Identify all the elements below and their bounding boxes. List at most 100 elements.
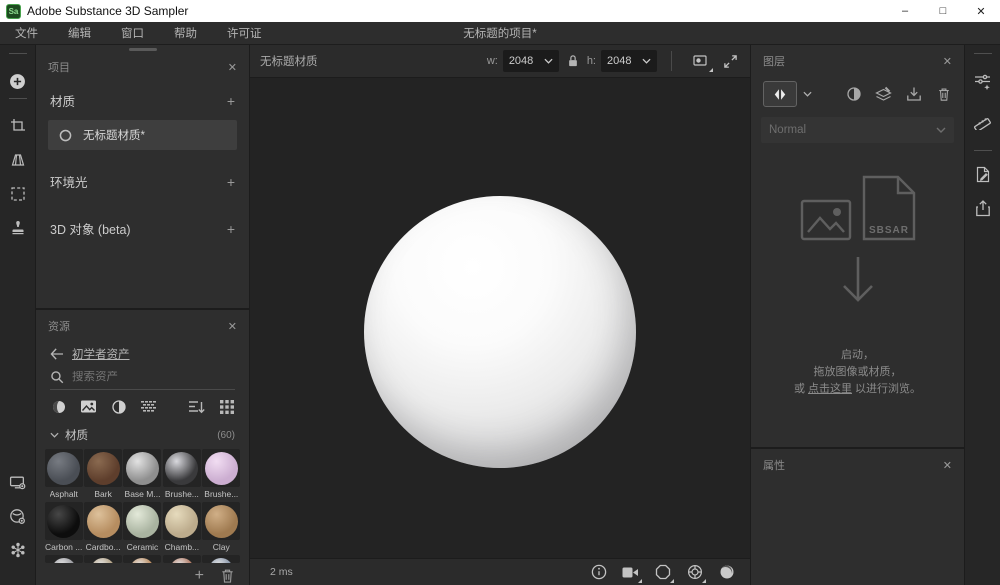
minimize-button[interactable]: –: [886, 0, 924, 22]
fullscreen-icon[interactable]: [721, 52, 740, 71]
sort-icon[interactable]: [188, 398, 205, 415]
properties-panel-close-icon[interactable]: ✕: [943, 459, 952, 472]
material-thumbnail[interactable]: Brushe...: [162, 449, 201, 499]
grid-view-icon[interactable]: [218, 398, 235, 415]
search-box[interactable]: [50, 370, 235, 390]
material-thumbnail[interactable]: Base M...: [123, 449, 162, 499]
close-button[interactable]: ✕: [962, 0, 1000, 22]
material-thumbnail-partial[interactable]: [202, 555, 240, 563]
menu-file[interactable]: 文件: [0, 25, 53, 41]
materials-section-label: 材质: [50, 91, 75, 110]
hint-line-3: 或 点击这里 以进行浏览。: [794, 381, 921, 398]
lock-ratio-icon[interactable]: [567, 54, 579, 68]
search-icon: [50, 370, 64, 384]
add-material-button[interactable]: +: [227, 95, 235, 107]
search-input[interactable]: [72, 371, 222, 383]
material-thumbnail[interactable]: Cardbo...: [83, 502, 122, 552]
sbsar-file-icon: SBSAR: [862, 175, 916, 241]
material-thumbnail-label: Chamb...: [165, 542, 200, 552]
material-thumbnail[interactable]: Carbon ...: [44, 502, 83, 552]
environment-settings-icon[interactable]: [9, 507, 27, 525]
category-label: 材质: [65, 427, 88, 443]
material-thumbnail-label: Base M...: [125, 489, 161, 499]
maximize-button[interactable]: □: [924, 0, 962, 22]
camera-icon[interactable]: [621, 563, 640, 582]
material-thumbnail-label: Cardbo...: [86, 542, 121, 552]
section-materials: 材质 +: [36, 81, 249, 118]
layers-panel-close-icon[interactable]: ✕: [943, 55, 952, 68]
export-preset-icon[interactable]: [974, 165, 992, 183]
measure-tool-icon[interactable]: [974, 112, 992, 130]
marquee-tool-icon[interactable]: [9, 185, 27, 203]
delete-asset-icon[interactable]: [220, 568, 235, 584]
environment-section-label: 环境光: [50, 172, 88, 191]
chevron-down-icon: [50, 432, 59, 438]
materials-category-row[interactable]: 材质 (60): [36, 419, 249, 447]
layer-dropzone[interactable]: SBSAR 启动， 拖放图像或材质， 或 点击这里 以进行浏览。: [751, 143, 964, 447]
adjustment-icon[interactable]: [845, 86, 862, 103]
display-mode-icon[interactable]: [685, 563, 704, 582]
material-thumbnail[interactable]: Chamb...: [162, 502, 201, 552]
plugins-icon[interactable]: [9, 541, 27, 559]
material-preview-sphere[interactable]: [364, 196, 636, 468]
smart-filters-icon[interactable]: [974, 72, 992, 90]
divider: [671, 51, 672, 71]
browse-link[interactable]: 点击这里: [808, 383, 852, 395]
material-thumbnail-label: Brushe...: [165, 489, 199, 499]
properties-panel-title: 属性: [763, 457, 785, 473]
layer-effect-icon[interactable]: [875, 86, 892, 103]
view-mode-icon[interactable]: [692, 52, 711, 71]
filter-materials-icon[interactable]: [50, 398, 67, 415]
environment-icon[interactable]: [653, 563, 672, 582]
hint-line-1: 启动，: [794, 347, 921, 364]
perspective-tool-icon[interactable]: [9, 151, 27, 169]
material-thumbnail[interactable]: Asphalt: [44, 449, 83, 499]
material-list-item[interactable]: 无标题材质*: [48, 120, 237, 150]
left-toolbar: [0, 45, 36, 585]
project-panel-close-icon[interactable]: ✕: [228, 61, 237, 74]
info-icon[interactable]: [589, 563, 608, 582]
viewport-canvas[interactable]: [250, 78, 750, 558]
crop-tool-icon[interactable]: [9, 117, 27, 135]
add-object-button[interactable]: +: [227, 223, 235, 235]
material-thumbnail-partial[interactable]: [84, 555, 122, 563]
width-value: 2048: [509, 55, 544, 67]
menu-edit[interactable]: 编辑: [53, 25, 106, 41]
material-thumbnail-label: Bark: [94, 489, 111, 499]
material-thumbnail[interactable]: Bark: [83, 449, 122, 499]
filter-images-icon[interactable]: [80, 398, 97, 415]
import-layer-icon[interactable]: [905, 86, 922, 103]
menu-help[interactable]: 帮助: [159, 25, 212, 41]
material-thumbnail-partial[interactable]: [123, 555, 161, 563]
menu-license[interactable]: 许可证: [212, 25, 277, 41]
viewer-settings-icon[interactable]: [9, 473, 27, 491]
material-thumbnail[interactable]: Ceramic: [123, 502, 162, 552]
add-asset-button[interactable]: +: [195, 567, 204, 585]
divider: [974, 53, 992, 54]
channel-select-button[interactable]: [763, 81, 797, 107]
material-thumbnail[interactable]: Clay: [202, 502, 241, 552]
blend-mode-value: Normal: [769, 124, 936, 136]
menu-window[interactable]: 窗口: [106, 25, 159, 41]
width-select[interactable]: 2048: [503, 50, 559, 72]
blend-mode-select[interactable]: Normal: [761, 117, 954, 143]
material-thumbnail-partial[interactable]: [45, 555, 83, 563]
section-environment: 环境光 +: [36, 162, 249, 199]
add-environment-button[interactable]: +: [227, 176, 235, 188]
back-arrow-icon[interactable]: [50, 348, 64, 360]
material-ball-icon[interactable]: [717, 563, 736, 582]
resources-panel-close-icon[interactable]: ✕: [228, 320, 237, 333]
channel-chevron-icon[interactable]: [803, 91, 812, 97]
filter-fabric-icon[interactable]: [140, 398, 157, 415]
material-thumbnail[interactable]: Brushe...: [202, 449, 241, 499]
filter-filters-icon[interactable]: [110, 398, 127, 415]
image-file-icon: [800, 199, 852, 241]
stamp-tool-icon[interactable]: [9, 219, 27, 237]
delete-layer-icon[interactable]: [935, 86, 952, 103]
add-resource-icon[interactable]: [9, 72, 27, 90]
material-thumbnail-partial[interactable]: [163, 555, 201, 563]
section-3d-objects: 3D 对象 (beta) +: [36, 209, 249, 246]
share-export-icon[interactable]: [974, 199, 992, 217]
height-select[interactable]: 2048: [601, 50, 657, 72]
starter-assets-link[interactable]: 初学者资产: [72, 346, 130, 362]
